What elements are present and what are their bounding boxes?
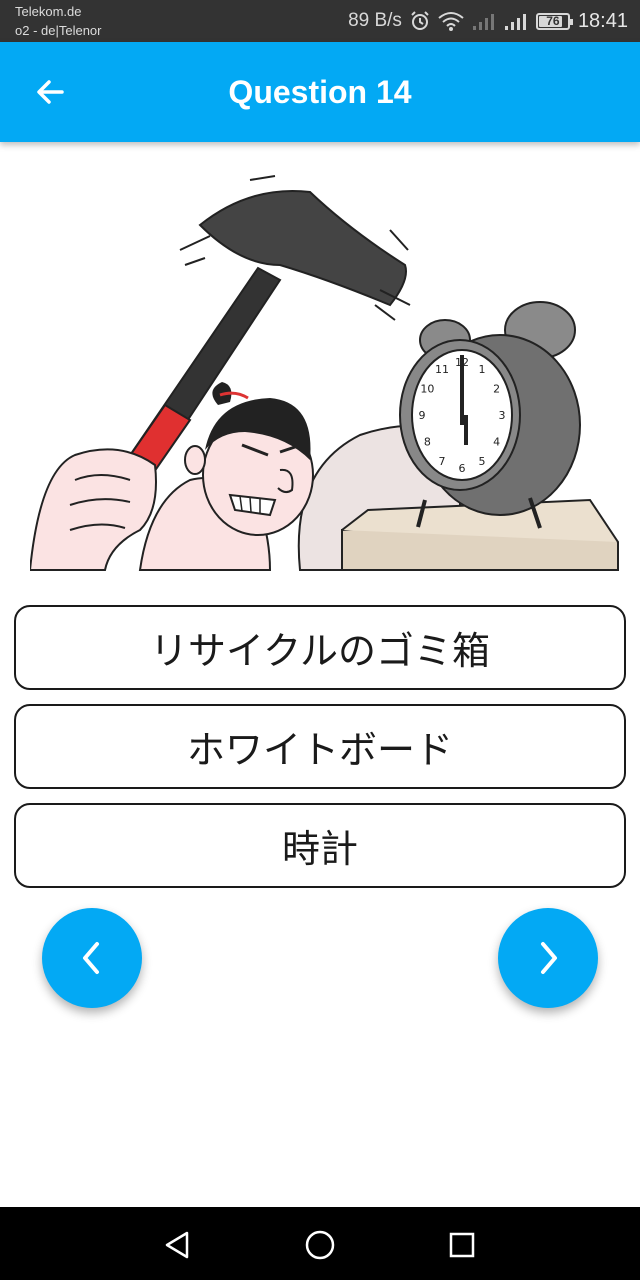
carrier-secondary: o2 - de|Telenor (15, 23, 102, 38)
clock-numeral: 2 (493, 383, 500, 396)
clock-numeral: 9 (419, 409, 426, 422)
wifi-icon (438, 12, 464, 31)
status-indicators: 89 B/s 76 18:41 (348, 0, 628, 42)
system-nav-bar (0, 1207, 640, 1280)
clock-numeral: 5 (479, 455, 486, 468)
clock-numeral: 8 (424, 436, 431, 449)
arrow-left-icon (37, 80, 64, 104)
back-button[interactable] (28, 70, 72, 114)
answer-option-3[interactable]: 時計 (14, 803, 626, 888)
circle-home-icon (305, 1230, 335, 1260)
battery-level: 76 (546, 14, 560, 28)
clock-numeral: 11 (435, 363, 449, 376)
square-recents-icon (449, 1232, 475, 1258)
next-question-button[interactable] (498, 908, 598, 1008)
answer-option-1[interactable]: リサイクルのゴミ箱 (14, 605, 626, 690)
chevron-right-icon (541, 942, 557, 974)
system-home-button[interactable] (300, 1225, 340, 1265)
signal-icon (472, 14, 494, 30)
page-title: Question 14 (228, 74, 412, 110)
alarm-icon (411, 11, 429, 30)
network-speed: 89 B/s (348, 10, 402, 31)
clock-numeral: 3 (499, 409, 506, 422)
system-back-button[interactable] (157, 1225, 197, 1265)
triangle-back-icon (165, 1231, 189, 1259)
clock-numeral: 6 (459, 462, 466, 475)
battery-icon: 76 (535, 12, 573, 30)
clock-numeral: 7 (439, 455, 446, 468)
status-bar: Telekom.de o2 - de|Telenor 89 B/s 76 18:… (0, 0, 640, 42)
previous-question-button[interactable] (42, 908, 142, 1008)
question-illustration: 12 1 2 3 4 5 6 7 8 9 10 11 (30, 170, 622, 572)
clock-numeral: 4 (493, 436, 500, 449)
clock-numeral: 12 (455, 356, 469, 369)
system-recents-button[interactable] (442, 1225, 482, 1265)
carrier-primary: Telekom.de (15, 4, 82, 19)
clock-numeral: 10 (420, 383, 434, 396)
clock-numeral: 1 (479, 363, 486, 376)
signal-icon (504, 14, 526, 30)
answer-option-2[interactable]: ホワイトボード (14, 704, 626, 789)
status-time: 18:41 (577, 9, 628, 32)
app-bar: Question 14 (0, 42, 640, 142)
alarm-clock-hammer-illustration: 12 12 3 45678 9 1011 (30, 175, 619, 571)
chevron-left-icon (83, 942, 99, 974)
